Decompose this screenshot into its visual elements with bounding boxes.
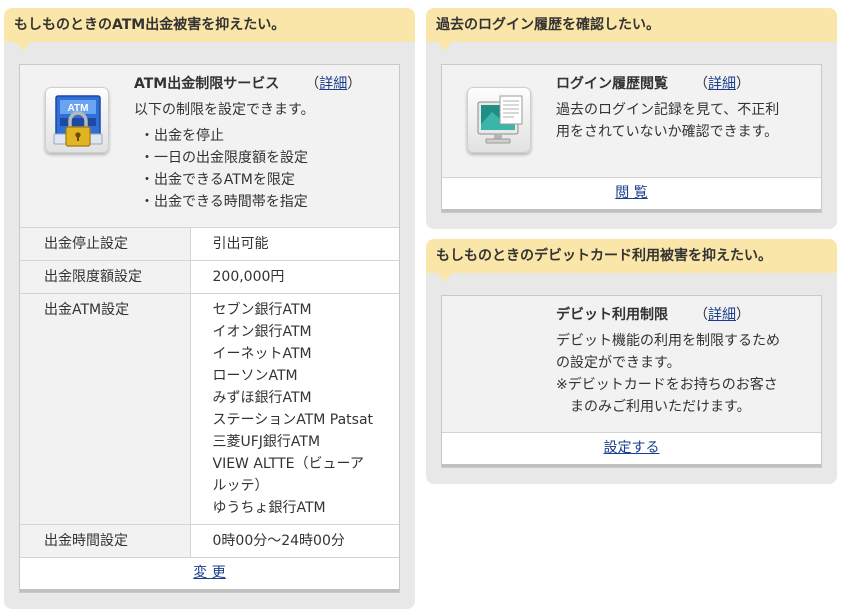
list-item: ・出金を停止 (140, 128, 224, 144)
description-line: まのみご利用いただけます。 (556, 399, 751, 415)
login-history-icon (467, 87, 531, 153)
list-item: イオン銀行ATM (212, 324, 312, 340)
debit-panel: デビット利用制限 （詳細） デビット機能の利用を制限するため の設定ができます。 … (426, 273, 837, 484)
settings-value: 0時00分〜24時00分 (190, 524, 399, 557)
table-row: 出金ATM設定 セブン銀行ATM イオン銀行ATM イーネットATM ローソンA… (20, 293, 399, 525)
atm-settings-table: 出金停止設定 引出可能 出金限度額設定 200,000円 出金ATM設定 セブン… (20, 227, 399, 557)
atm-card: ATM ATM出金制限サービス （詳細） 以下の制限を設定できます。 ・出金を停止 (19, 64, 400, 593)
right-column: 過去のログイン履歴を確認したい。 ログイン履歴閲覧 （詳細） 過去のログイン記録… (426, 8, 837, 484)
card-bottom-edge (20, 589, 399, 592)
configure-button[interactable]: 設定する (604, 440, 660, 456)
atm-card-top: ATM ATM出金制限サービス （詳細） 以下の制限を設定できます。 ・出金を停止 (20, 65, 399, 227)
table-row: 出金時間設定 0時00分〜24時00分 (20, 524, 399, 557)
debit-detail-paren-close: ） (736, 307, 750, 323)
login-detail-paren-close: ） (736, 76, 750, 92)
atm-lock-icon: ATM (45, 87, 109, 153)
atm-panel: ATM ATM出金制限サービス （詳細） 以下の制限を設定できます。 ・出金を停止 (4, 42, 415, 609)
atm-section-header: もしものときのATM出金被害を抑えたい。 (4, 8, 415, 51)
settings-label: 出金時間設定 (20, 524, 191, 557)
card-bottom-edge (442, 209, 821, 212)
login-panel: ログイン履歴閲覧 （詳細） 過去のログイン記録を見て、不正利 用をされていないか確… (426, 42, 837, 229)
atm-bullet-list: ・出金を停止 ・一日の出金限度額を設定 ・出金できるATMを限定 ・出金できる時… (134, 125, 389, 213)
description-line: 用をされていないか確認できます。 (556, 124, 779, 140)
atm-detail-link[interactable]: 詳細 (319, 76, 347, 92)
debit-section-header: もしものときのデビットカード利用被害を抑えたい。 (426, 239, 837, 282)
login-action-row: 閲 覧 (442, 177, 821, 209)
debit-description: デビット機能の利用を制限するため の設定ができます。 ※デビットカードをお持ちの… (556, 330, 811, 418)
view-button[interactable]: 閲 覧 (615, 185, 647, 201)
list-item: ローソンATM (212, 368, 298, 384)
login-title-row: ログイン履歴閲覧 （詳細） (556, 73, 811, 95)
debit-card: デビット利用制限 （詳細） デビット機能の利用を制限するため の設定ができます。 … (441, 295, 822, 468)
atm-detail-paren-open: （ (305, 76, 320, 92)
login-detail-link[interactable]: 詳細 (708, 76, 736, 92)
atm-description: 以下の制限を設定できます。 (134, 102, 315, 118)
login-title: ログイン履歴閲覧 (556, 76, 668, 92)
login-description: 過去のログイン記録を見て、不正利 用をされていないか確認できます。 (556, 99, 811, 143)
description-line: の設定ができます。 (556, 355, 681, 371)
atm-list-value: セブン銀行ATM イオン銀行ATM イーネットATM ローソンATM みずほ銀行… (190, 293, 399, 525)
list-item: 三菱UFJ銀行ATM (212, 434, 321, 450)
description-line: デビット機能の利用を制限するため (556, 333, 780, 349)
atm-detail-paren-close: ） (347, 76, 362, 92)
settings-value: 引出可能 (190, 227, 399, 261)
debit-detail-paren-open: （ (694, 307, 708, 323)
list-item: ルッテ） (212, 478, 269, 494)
login-detail-paren-open: （ (694, 76, 708, 92)
debit-detail-link[interactable]: 詳細 (708, 307, 736, 323)
atm-title-row: ATM出金制限サービス （詳細） (134, 73, 389, 95)
settings-label: 出金ATM設定 (20, 293, 191, 525)
table-row: 出金限度額設定 200,000円 (20, 260, 399, 294)
change-button[interactable]: 変 更 (193, 565, 225, 581)
settings-label: 出金停止設定 (20, 227, 191, 261)
login-card: ログイン履歴閲覧 （詳細） 過去のログイン記録を見て、不正利 用をされていないか確… (441, 64, 822, 213)
card-bottom-edge (442, 464, 821, 467)
debit-card-top: デビット利用制限 （詳細） デビット機能の利用を制限するため の設定ができます。 … (442, 296, 821, 432)
settings-label: 出金限度額設定 (20, 260, 191, 294)
atm-title: ATM出金制限サービス (134, 76, 280, 92)
description-line: ※デビットカードをお持ちのお客さ (556, 377, 778, 393)
list-item: VIEW ALTTE（ビューア (212, 456, 364, 472)
list-item: みずほ銀行ATM (212, 390, 312, 406)
table-row: 出金停止設定 引出可能 (20, 227, 399, 261)
login-section-header: 過去のログイン履歴を確認したい。 (426, 8, 837, 51)
debit-title: デビット利用制限 (556, 307, 668, 323)
list-item: ステーションATM Patsat (212, 412, 374, 428)
list-item: ・出金できるATMを限定 (140, 172, 295, 188)
debit-title-row: デビット利用制限 （詳細） (556, 304, 811, 326)
list-item: ・一日の出金限度額を設定 (140, 150, 308, 166)
login-card-top: ログイン履歴閲覧 （詳細） 過去のログイン記録を見て、不正利 用をされていないか確… (442, 65, 821, 177)
atm-section: もしものときのATM出金被害を抑えたい。 ATM ATM出金制限サービス （詳細… (4, 8, 415, 609)
list-item: ・出金できる時間帯を指定 (140, 194, 308, 210)
debit-action-row: 設定する (442, 432, 821, 464)
list-item: セブン銀行ATM (212, 302, 312, 318)
atm-action-row: 変 更 (20, 557, 399, 589)
list-item: イーネットATM (212, 346, 312, 362)
description-line: 過去のログイン記録を見て、不正利 (556, 102, 780, 118)
list-item: ゆうちょ銀行ATM (212, 500, 326, 516)
settings-value: 200,000円 (190, 260, 399, 294)
